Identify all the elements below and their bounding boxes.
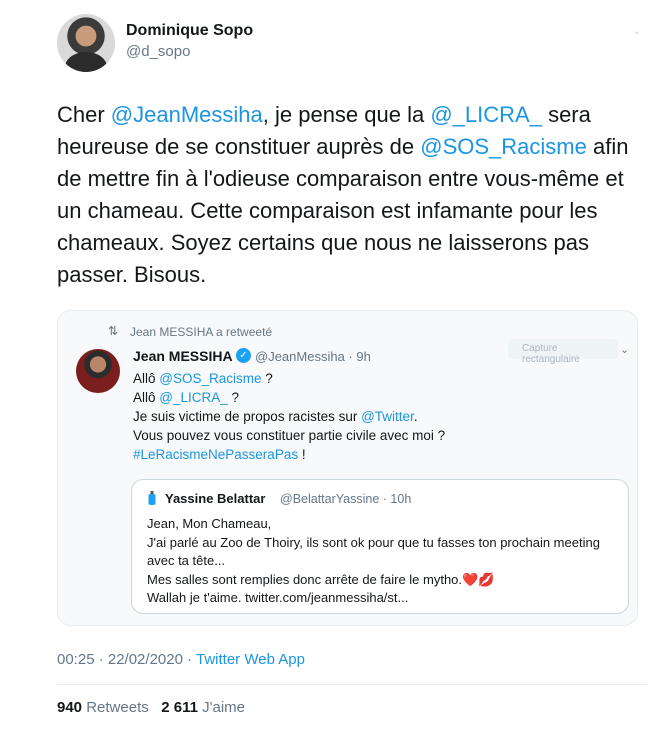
- tweet-source-app[interactable]: Twitter Web App: [196, 651, 305, 668]
- mention-jeanmessiha[interactable]: @JeanMessiha: [111, 102, 263, 127]
- likes-label: J'aime: [202, 699, 246, 716]
- quoted-line: Wallah je t'aime. twitter.com/jeanmessih…: [147, 590, 409, 605]
- quoted-time[interactable]: 10h: [390, 492, 411, 506]
- retweet-line: Allô @SOS_Racisme ?: [133, 369, 613, 388]
- heart-kiss-emoji: ❤️💋: [462, 571, 495, 587]
- retweet-line: Je suis victime de propos racistes sur @…: [133, 407, 613, 426]
- bottle-icon: [148, 491, 156, 505]
- capture-overlay-label: Capture rectangulaire: [508, 339, 618, 365]
- mention-licra[interactable]: @_LICRA_: [159, 390, 227, 405]
- mention-sos-racisme[interactable]: @SOS_Racisme: [420, 134, 587, 159]
- retweets-count: 940: [57, 699, 83, 716]
- retweet-text: Allô @SOS_Racisme ? Allô @_LICRA_ ? Je s…: [133, 369, 613, 464]
- mention-sos-racisme[interactable]: @SOS_Racisme: [159, 371, 261, 386]
- quoted-line: Mes salles sont remplies donc arrête de …: [147, 571, 617, 590]
- tweet-text-part: , je pense que la: [262, 102, 431, 127]
- tweet-text-part: Cher: [57, 102, 111, 127]
- hashtag-leracismenepasserapas[interactable]: #LeRacismeNePasseraPas: [133, 447, 298, 462]
- retweet-text-part: Je suis victime de propos racistes sur: [133, 409, 362, 424]
- tweet-time[interactable]: 00:25 · 22/02/2020 ·: [57, 651, 196, 668]
- likes-count: 2 611: [161, 699, 198, 716]
- retweet-text-part: ?: [227, 390, 240, 405]
- retweet-avatar[interactable]: [76, 349, 120, 393]
- author-handle[interactable]: @d_sopo: [126, 43, 190, 60]
- tweet-timestamp: 00:25 · 22/02/2020 · Twitter Web App: [57, 651, 305, 668]
- retweet-icon: ⇅: [108, 324, 119, 338]
- retweet-text-part: Allô: [133, 390, 160, 405]
- author-name[interactable]: Dominique Sopo: [126, 22, 253, 40]
- retweets-stat[interactable]: 940 Retweets: [57, 699, 149, 716]
- quoted-line: J'ai parlé au Zoo de Thoiry, ils sont ok…: [147, 534, 600, 569]
- tweet-text: Cher @JeanMessiha, je pense que la @_LIC…: [57, 99, 647, 291]
- author-avatar[interactable]: [57, 14, 115, 72]
- tweet-stats: 940 Retweets 2 611 J'aime: [57, 699, 245, 716]
- quoted-tweet-card[interactable]: Yassine Belattar @BelattarYassine · 10h …: [131, 479, 629, 614]
- retweet-text-part: ?: [261, 371, 273, 386]
- quoted-meta: @BelattarYassine · 10h: [280, 492, 412, 506]
- retweet-line: Allô @_LICRA_ ?: [133, 388, 613, 407]
- retweet-line: Vous pouvez vous constituer partie civil…: [133, 428, 446, 443]
- likes-stat[interactable]: 2 611 J'aime: [161, 699, 245, 716]
- retweet-handle[interactable]: @JeanMessiha: [255, 349, 345, 364]
- mention-twitter[interactable]: @Twitter: [361, 409, 414, 424]
- retweet-text-part: Allô: [133, 371, 160, 386]
- retweet-time[interactable]: 9h: [356, 349, 370, 364]
- verified-badge-icon: ✓: [236, 348, 251, 363]
- retweeted-by-label: Jean MESSIHA a retweeté: [130, 325, 273, 339]
- divider: [57, 684, 647, 685]
- quoted-line: Jean, Mon Chameau,: [147, 516, 272, 531]
- quoted-handle[interactable]: @BelattarYassine: [280, 492, 379, 506]
- quoted-author-name[interactable]: Yassine Belattar: [165, 491, 265, 506]
- retweet-text-part: !: [298, 447, 306, 462]
- quoted-text-part: Mes salles sont remplies donc arrête de …: [147, 571, 463, 587]
- mention-licra[interactable]: @_LICRA_: [430, 102, 542, 127]
- quoted-retweet-card[interactable]: ⇅ Jean MESSIHA a retweeté Jean MESSIHA ✓…: [57, 310, 638, 626]
- chevron-down-icon[interactable]: ⌄: [632, 24, 642, 37]
- retweet-text-part: .: [413, 409, 418, 424]
- chevron-down-icon[interactable]: ⌄: [620, 343, 629, 356]
- retweet-meta: @JeanMessiha · 9h: [255, 349, 371, 364]
- retweet-author-name[interactable]: Jean MESSIHA: [133, 348, 233, 364]
- retweets-label: Retweets: [86, 699, 149, 716]
- quoted-text: Jean, Mon Chameau, J'ai parlé au Zoo de …: [147, 515, 617, 608]
- retweet-line: #LeRacismeNePasseraPas !: [133, 445, 613, 464]
